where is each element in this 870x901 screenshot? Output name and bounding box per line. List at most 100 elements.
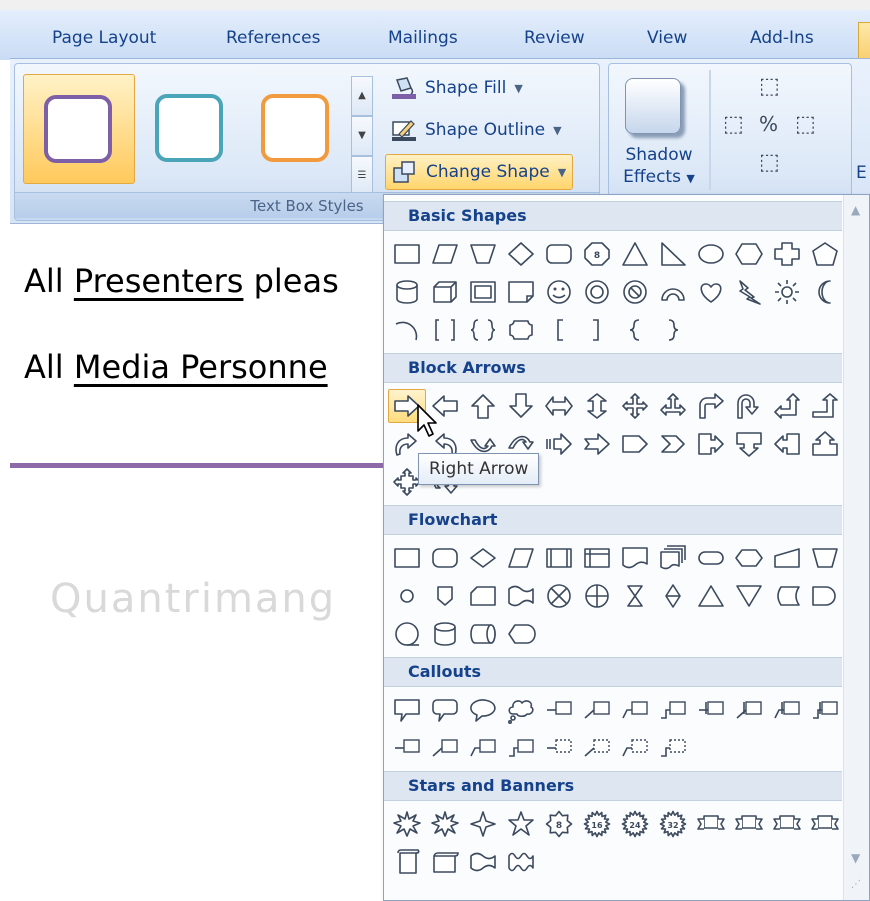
shape-pentagon-icon[interactable]	[806, 237, 844, 271]
shape-outline-button[interactable]: Shape Outline ▼	[385, 112, 568, 148]
shape-up-arrow-icon[interactable]	[464, 389, 502, 423]
shape-connector-icon[interactable]	[388, 579, 426, 613]
resize-grip-icon[interactable]: ⋰	[851, 879, 861, 890]
shape-folded-corner-icon[interactable]	[502, 275, 540, 309]
shape-plaque-icon[interactable]	[502, 313, 540, 347]
shape-right-triangle-icon[interactable]	[654, 237, 692, 271]
shape-merge-icon[interactable]	[730, 579, 768, 613]
shape-line-callout-1-noborder-icon[interactable]	[540, 731, 578, 765]
shape-heart-icon[interactable]	[692, 275, 730, 309]
shape-trapezoid-icon[interactable]	[464, 237, 502, 271]
shape-line-callout-2-noborder-icon[interactable]	[578, 731, 616, 765]
shape-direct-access-icon[interactable]	[464, 617, 502, 651]
shape-collate-icon[interactable]	[616, 579, 654, 613]
shape-manual-operation-icon[interactable]	[806, 541, 844, 575]
shape-left-up-arrow-icon[interactable]	[768, 389, 806, 423]
shape-down-arrow-callout-icon[interactable]	[730, 427, 768, 461]
shape-up-ribbon-icon[interactable]	[692, 807, 730, 841]
shape-star-32-icon[interactable]: 32	[654, 807, 692, 841]
shape-notched-right-arrow-icon[interactable]	[578, 427, 616, 461]
shape-bevel-icon[interactable]	[464, 275, 502, 309]
tab-references[interactable]: References	[226, 28, 320, 48]
shape-card-icon[interactable]	[464, 579, 502, 613]
shape-star-24-icon[interactable]: 24	[616, 807, 654, 841]
shape-punched-tape-icon[interactable]	[502, 579, 540, 613]
shape-down-ribbon-icon[interactable]	[730, 807, 768, 841]
shape-left-arrow-callout-icon[interactable]	[768, 427, 806, 461]
shape-process-icon[interactable]	[388, 541, 426, 575]
shape-double-brace-icon[interactable]	[464, 313, 502, 347]
shape-sun-icon[interactable]	[768, 275, 806, 309]
shape-left-right-up-arrow-icon[interactable]	[654, 389, 692, 423]
nudge-shadow-right-icon[interactable]: ⬚	[795, 112, 816, 137]
shape-curved-down-ribbon-icon[interactable]	[806, 807, 844, 841]
shape-right-bracket-icon[interactable]	[578, 313, 616, 347]
shape-preparation-icon[interactable]	[730, 541, 768, 575]
shape-chevron-icon[interactable]	[654, 427, 692, 461]
shape-moon-icon[interactable]	[806, 275, 844, 309]
shape-double-bracket-icon[interactable]	[426, 313, 464, 347]
shape-octagon-icon[interactable]: 8	[578, 237, 616, 271]
doc-line-media[interactable]: All Media Personne	[24, 348, 328, 386]
shape-star-4-icon[interactable]	[464, 807, 502, 841]
tab-view[interactable]: View	[647, 28, 687, 48]
shape-double-wave-icon[interactable]	[502, 845, 540, 879]
shape-explosion-2-icon[interactable]	[426, 807, 464, 841]
shape-smiley-icon[interactable]	[540, 275, 578, 309]
shape-striped-right-arrow-icon[interactable]	[540, 427, 578, 461]
shape-summing-junction-icon[interactable]	[540, 579, 578, 613]
shape-predefined-process-icon[interactable]	[540, 541, 578, 575]
shape-star-5-icon[interactable]	[502, 807, 540, 841]
shape-right-arrow-callout-icon[interactable]	[692, 427, 730, 461]
style-thumb-teal[interactable]	[135, 74, 247, 184]
shape-cloud-callout-icon[interactable]	[502, 693, 540, 727]
shape-wave-icon[interactable]	[464, 845, 502, 879]
shape-terminator-icon[interactable]	[692, 541, 730, 575]
shape-multidocument-icon[interactable]	[654, 541, 692, 575]
shape-star-16-icon[interactable]: 16	[578, 807, 616, 841]
shape-rounded-rect-icon[interactable]	[540, 237, 578, 271]
doc-line-presenters[interactable]: All Presenters pleas	[24, 262, 339, 300]
shape-arc-icon[interactable]	[654, 275, 692, 309]
shape-off-page-connector-icon[interactable]	[426, 579, 464, 613]
shape-bent-up-arrow-icon[interactable]	[806, 389, 844, 423]
shape-line-callout-1-accent-icon[interactable]	[692, 693, 730, 727]
shape-bent-arrow-icon[interactable]	[692, 389, 730, 423]
shape-magnetic-disk-icon[interactable]	[426, 617, 464, 651]
shape-no-symbol-icon[interactable]	[616, 275, 654, 309]
shape-line-callout-2-accent-icon[interactable]	[730, 693, 768, 727]
shape-line-callout-3-accent-icon[interactable]	[768, 693, 806, 727]
style-thumb-orange[interactable]	[241, 74, 353, 184]
change-shape-button[interactable]: Change Shape ▼	[385, 154, 574, 190]
shape-fill-button[interactable]: Shape Fill ▼	[385, 70, 529, 106]
shape-line-callout-4-noborder-icon[interactable]	[654, 731, 692, 765]
shape-explosion-1-icon[interactable]	[388, 807, 426, 841]
shape-line-callout-1-icon[interactable]	[540, 693, 578, 727]
shape-triangle-icon[interactable]	[616, 237, 654, 271]
shape-oval-callout-icon[interactable]	[464, 693, 502, 727]
shape-up-down-arrow-icon[interactable]	[578, 389, 616, 423]
shape-data-icon[interactable]	[502, 541, 540, 575]
shape-can-icon[interactable]	[388, 275, 426, 309]
shape-down-arrow-icon[interactable]	[502, 389, 540, 423]
shape-cross-icon[interactable]	[768, 237, 806, 271]
shape-cube-icon[interactable]	[426, 275, 464, 309]
shape-arc-open-icon[interactable]	[388, 313, 426, 347]
tab-add-ins[interactable]: Add-Ins	[750, 28, 814, 48]
nudge-shadow-up-icon[interactable]: ⬚	[759, 74, 780, 99]
shape-right-brace-icon[interactable]	[654, 313, 692, 347]
gallery-more[interactable]: ☰	[351, 156, 373, 196]
shape-left-brace-icon[interactable]	[616, 313, 654, 347]
shape-line-callout-4-border-icon[interactable]	[502, 731, 540, 765]
shape-pentagon-arrow-icon[interactable]	[616, 427, 654, 461]
shape-extract-icon[interactable]	[692, 579, 730, 613]
shape-line-callout-2-icon[interactable]	[578, 693, 616, 727]
shape-document-icon[interactable]	[616, 541, 654, 575]
shape-line-callout-3-border-icon[interactable]	[464, 731, 502, 765]
shape-star-8-icon[interactable]: 8	[540, 807, 578, 841]
shape-sort-icon[interactable]	[654, 579, 692, 613]
shape-rounded-callout-icon[interactable]	[426, 693, 464, 727]
tab-mailings[interactable]: Mailings	[388, 28, 458, 48]
gallery-scroll-up[interactable]: ▲	[351, 76, 373, 116]
shape-quad-arrow-icon[interactable]	[616, 389, 654, 423]
